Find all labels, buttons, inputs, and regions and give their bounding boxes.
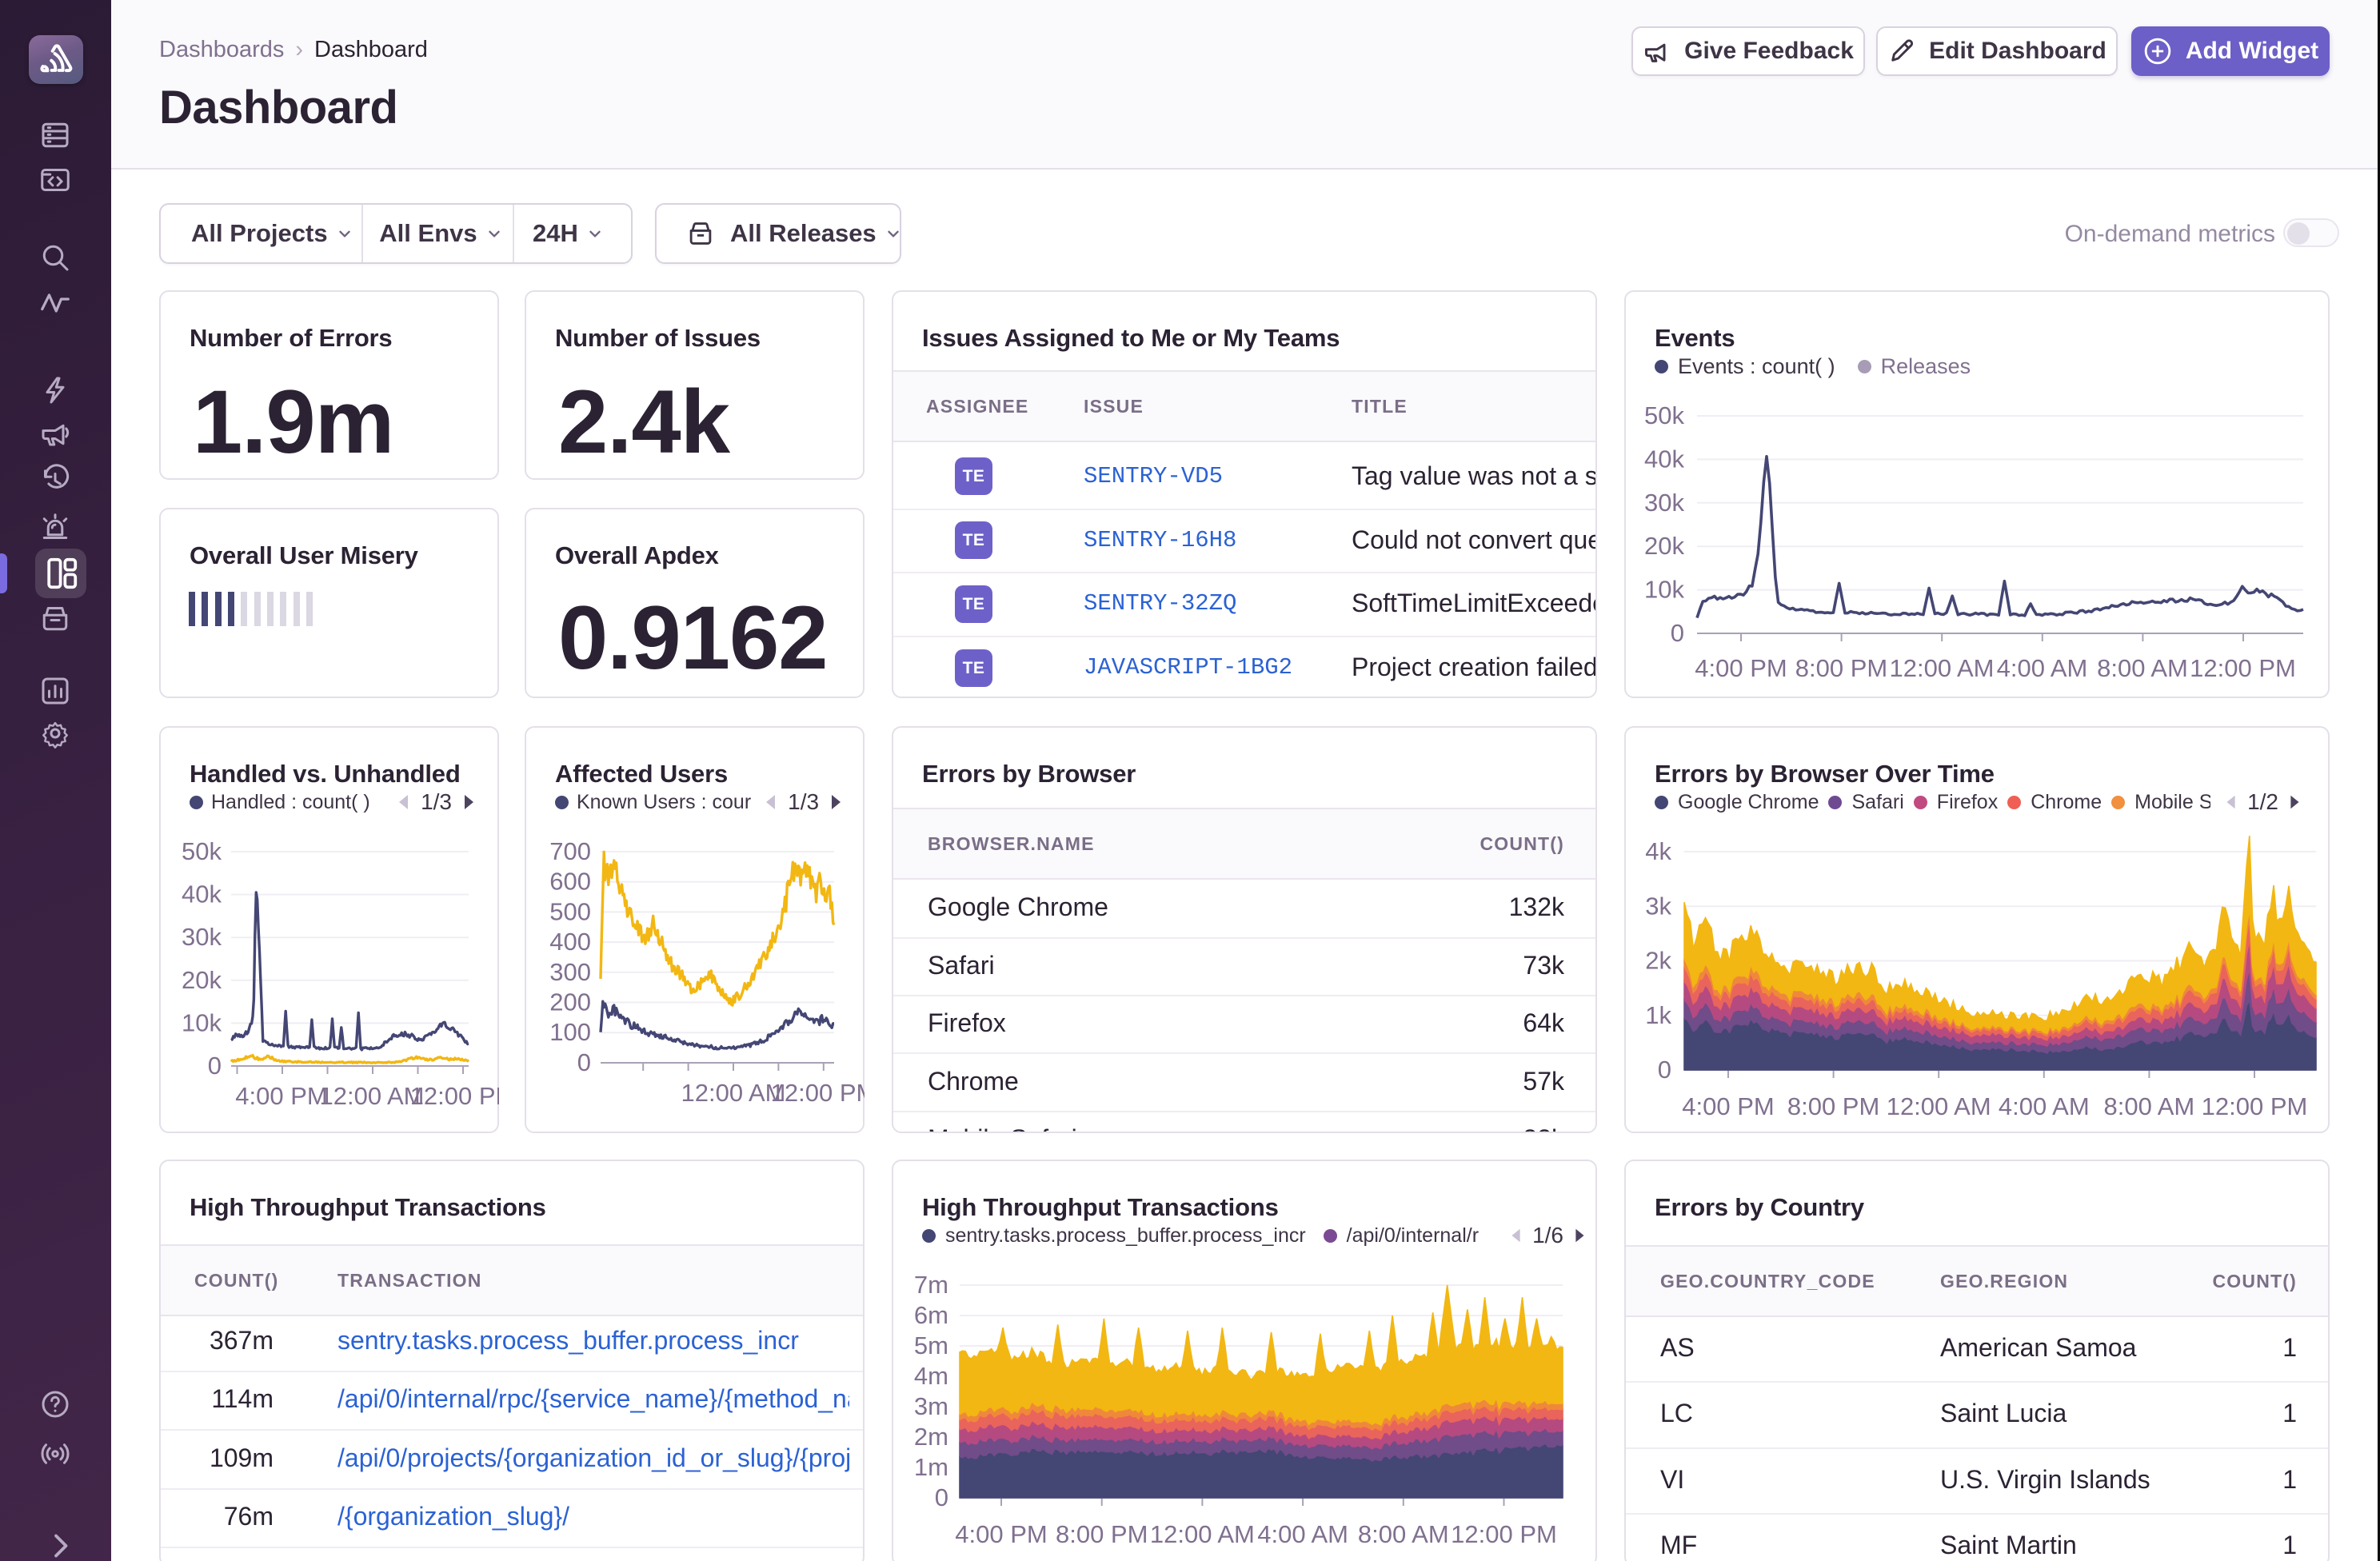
svg-text:12:00 PM: 12:00 PM xyxy=(2202,1092,2308,1120)
svg-text:1k: 1k xyxy=(1645,1001,1671,1029)
svg-text:2k: 2k xyxy=(1645,947,1671,975)
svg-text:0: 0 xyxy=(1671,619,1684,647)
svg-text:0: 0 xyxy=(577,1048,591,1076)
svg-text:3k: 3k xyxy=(1645,892,1671,920)
svg-text:0: 0 xyxy=(935,1483,948,1511)
svg-text:7m: 7m xyxy=(914,1271,948,1299)
svg-text:4m: 4m xyxy=(914,1362,948,1390)
svg-text:0: 0 xyxy=(208,1052,222,1080)
svg-text:8:00 AM: 8:00 AM xyxy=(2097,654,2188,682)
svg-text:5m: 5m xyxy=(914,1331,948,1359)
svg-text:20k: 20k xyxy=(1644,532,1684,560)
svg-text:4:00 PM: 4:00 PM xyxy=(1695,654,1787,682)
svg-text:12:00 PM: 12:00 PM xyxy=(2190,654,2296,682)
svg-text:4:00 AM: 4:00 AM xyxy=(1257,1520,1348,1548)
svg-text:1m: 1m xyxy=(914,1453,948,1481)
svg-text:8:00 PM: 8:00 PM xyxy=(1795,654,1887,682)
svg-text:12:00 PM: 12:00 PM xyxy=(771,1079,865,1107)
svg-text:12:00 AM: 12:00 AM xyxy=(320,1082,425,1110)
svg-text:20k: 20k xyxy=(182,966,222,994)
svg-text:3m: 3m xyxy=(914,1392,948,1420)
svg-text:12:00 AM: 12:00 AM xyxy=(1890,654,1995,682)
svg-text:30k: 30k xyxy=(182,923,222,951)
svg-text:500: 500 xyxy=(549,897,591,925)
svg-text:12:00 PM: 12:00 PM xyxy=(1451,1520,1557,1548)
svg-text:12:00 AM: 12:00 AM xyxy=(1150,1520,1255,1548)
svg-text:8:00 PM: 8:00 PM xyxy=(1787,1092,1879,1120)
svg-text:4:00 AM: 4:00 AM xyxy=(1999,1092,2090,1120)
svg-text:4:00 PM: 4:00 PM xyxy=(1682,1092,1774,1120)
svg-text:8:00 AM: 8:00 AM xyxy=(2104,1092,2195,1120)
svg-text:40k: 40k xyxy=(182,880,222,908)
svg-text:600: 600 xyxy=(549,868,591,896)
svg-text:4:00 PM: 4:00 PM xyxy=(955,1520,1047,1548)
svg-text:100: 100 xyxy=(549,1018,591,1046)
svg-text:10k: 10k xyxy=(1644,576,1684,604)
svg-text:40k: 40k xyxy=(1644,445,1684,473)
svg-text:12:00 AM: 12:00 AM xyxy=(1887,1092,1991,1120)
svg-text:400: 400 xyxy=(549,928,591,956)
svg-text:4:00 PM: 4:00 PM xyxy=(235,1082,327,1110)
svg-text:30k: 30k xyxy=(1644,489,1684,517)
svg-text:50k: 50k xyxy=(182,837,222,865)
svg-text:0: 0 xyxy=(1658,1056,1671,1084)
svg-text:8:00 AM: 8:00 AM xyxy=(1358,1520,1449,1548)
svg-text:6m: 6m xyxy=(914,1301,948,1329)
svg-text:12:00 PM: 12:00 PM xyxy=(410,1082,499,1110)
svg-text:8:00 PM: 8:00 PM xyxy=(1056,1520,1148,1548)
svg-text:300: 300 xyxy=(549,958,591,986)
svg-text:50k: 50k xyxy=(1644,401,1684,429)
svg-text:10k: 10k xyxy=(182,1008,222,1036)
svg-text:4:00 AM: 4:00 AM xyxy=(1997,654,2088,682)
svg-text:2m: 2m xyxy=(914,1423,948,1451)
svg-text:4k: 4k xyxy=(1645,837,1671,865)
svg-text:200: 200 xyxy=(549,988,591,1016)
svg-text:700: 700 xyxy=(549,837,591,865)
